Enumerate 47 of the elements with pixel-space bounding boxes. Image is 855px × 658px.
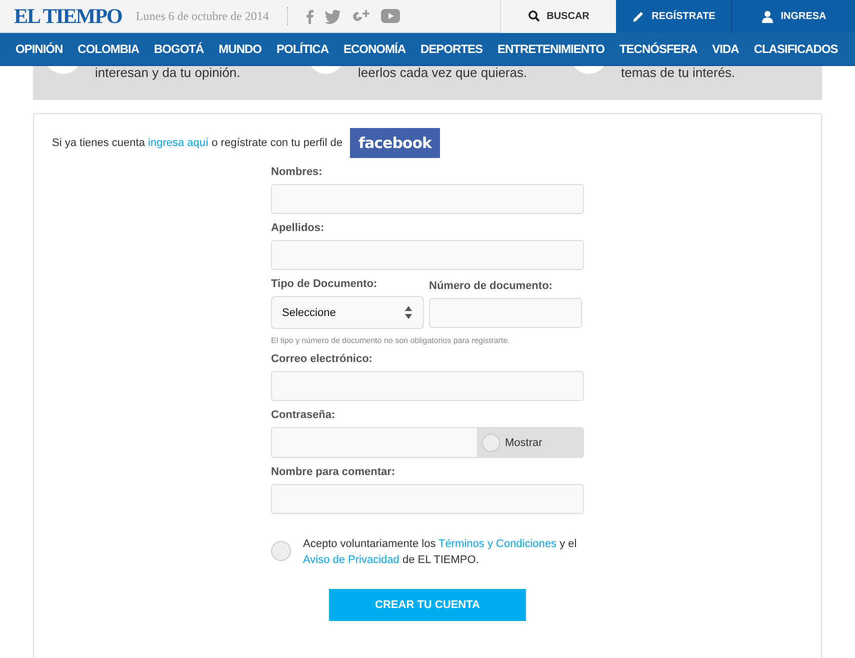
nav-item[interactable]: ECONOMÍA bbox=[336, 42, 413, 56]
login-button[interactable]: INGRESA bbox=[732, 0, 855, 32]
input-field[interactable] bbox=[271, 371, 584, 401]
benefit-text: leerlos cada vez que quieras. bbox=[358, 66, 528, 80]
intro-text: Si ya tienes cuenta ingresa aquí o regístrate con tu perfil de bbox=[52, 137, 342, 149]
nav-item[interactable]: OPINIÓN bbox=[8, 42, 70, 56]
nav-item[interactable]: DEPORTES bbox=[413, 42, 490, 56]
nav-item[interactable]: POLÍTICA bbox=[269, 42, 336, 56]
date-text: Lunes 6 de octubre de 2014 bbox=[136, 8, 269, 24]
field-label: Número de documento: bbox=[429, 280, 554, 292]
field-hint: El tipo y número de documento no son obligatorios para registrarte. bbox=[271, 336, 511, 345]
terms-checkbox[interactable] bbox=[271, 541, 291, 561]
nav-item[interactable]: COLOMBIA bbox=[70, 42, 146, 56]
nav-item[interactable]: ENTRETENIMIENTO bbox=[490, 42, 612, 56]
sort-arrows-icon bbox=[404, 305, 413, 320]
user-icon bbox=[760, 10, 774, 22]
register-button[interactable]: REGÍSTRATE bbox=[616, 0, 732, 32]
facebook-button[interactable]: facebook bbox=[350, 128, 440, 158]
pencil-icon bbox=[632, 10, 645, 22]
google-plus-icon[interactable] bbox=[352, 8, 371, 24]
bird-icon[interactable] bbox=[324, 8, 342, 24]
nav-item[interactable]: CLASIFICADOS bbox=[746, 42, 846, 56]
facebook-icon[interactable] bbox=[306, 8, 314, 24]
input-field[interactable] bbox=[271, 184, 584, 214]
document-type-select[interactable]: Seleccione bbox=[271, 296, 424, 329]
nav-item[interactable]: MUNDO bbox=[211, 42, 269, 56]
search-button[interactable]: BUSCAR bbox=[500, 0, 616, 32]
field-label: Nombre para comentar: bbox=[271, 466, 396, 478]
field-label: Nombres: bbox=[271, 166, 324, 178]
nav-item[interactable]: TECNÓSFERA bbox=[612, 42, 705, 56]
benefit-text: interesan y da tu opinión. bbox=[95, 66, 240, 80]
field-label: Tipo de Documento: bbox=[271, 278, 378, 290]
field-label: Contraseña: bbox=[271, 409, 336, 421]
input-field[interactable] bbox=[271, 240, 584, 270]
nav-item[interactable]: VIDA bbox=[704, 42, 746, 56]
field-label: Apellidos: bbox=[271, 222, 326, 234]
input-field[interactable] bbox=[429, 298, 582, 328]
terms-text: Acepto voluntariamente los Términos y Condiciones y el Aviso de Privacidad de EL TIEMPO. bbox=[303, 537, 578, 568]
benefit-text: temas de tu interés. bbox=[621, 66, 736, 80]
site-logo[interactable]: EL TIEMPO bbox=[14, 4, 122, 28]
show-password-toggle[interactable]: Mostrar bbox=[478, 427, 584, 458]
video-play-icon[interactable] bbox=[380, 9, 400, 23]
password-field[interactable] bbox=[271, 427, 478, 458]
input-field[interactable] bbox=[271, 484, 584, 514]
field-label: Correo electrónico: bbox=[271, 353, 374, 365]
nav-item[interactable]: BOGOTÁ bbox=[146, 42, 212, 56]
search-icon bbox=[528, 10, 540, 22]
